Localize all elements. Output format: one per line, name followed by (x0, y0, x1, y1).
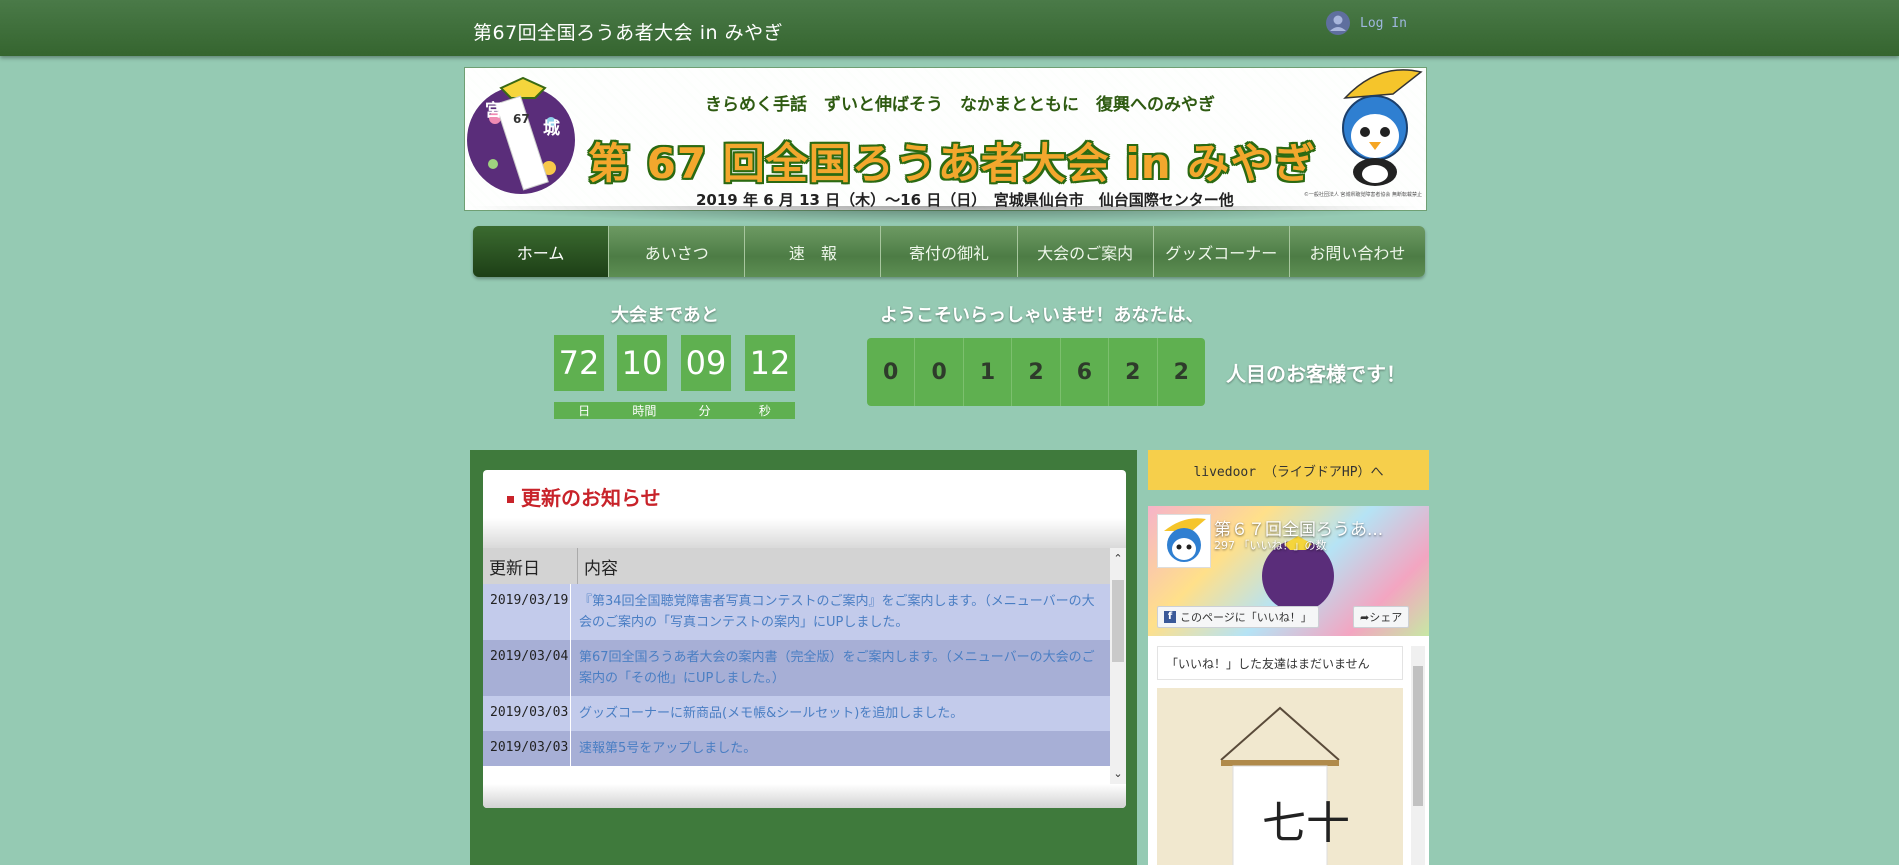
logo-char-67: 67 (513, 112, 530, 126)
news-table-header: 更新日 内容 (483, 548, 1110, 584)
row-date: 2019/03/03 (483, 731, 571, 766)
event-logo-emblem: 宮 67 城 (467, 76, 575, 194)
nav-event-info[interactable]: 大会のご案内 (1018, 226, 1154, 277)
fb-friends-text: 「いいね！」した友達はまだいません (1157, 646, 1403, 680)
main-nav: ホーム あいさつ 速 報 寄付の御礼 大会のご案内 グッズコーナー お問い合わせ (473, 226, 1425, 277)
header-banner: 宮 67 城 きらめく手話 ずいと伸ばそう なかまとともに 復興へのみやぎ 第 … (464, 67, 1427, 211)
counter-digit: 1 (964, 338, 1013, 406)
login-button[interactable]: Log In (1326, 11, 1407, 35)
row-date: 2019/03/03 (483, 696, 571, 731)
nav-donation-thanks[interactable]: 寄付の御礼 (881, 226, 1018, 277)
nav-contact[interactable]: お問い合わせ (1290, 226, 1425, 277)
welcome-text: ようこそいらっしゃいませ！あなたは、 (880, 305, 1204, 326)
visitor-counter: 0 0 1 2 6 2 2 (867, 338, 1205, 406)
countdown-minutes: 09 (681, 335, 731, 391)
fb-share-label: シェア (1369, 611, 1403, 624)
counter-digit: 2 (1173, 359, 1189, 385)
news-table[interactable]: 更新日 内容 2019/03/19 『第34回全国聴覚障害者写真コンテストのご案… (483, 548, 1110, 784)
table-row: 2019/03/04 第67回全国ろうあ者大会の案内書（完全版）をご案内します。… (483, 640, 1110, 696)
banner-shadow (464, 206, 1427, 224)
countdown-hours: 10 (617, 335, 667, 391)
table-row: 2019/03/03 速報第5号をアップしました。 (483, 731, 1110, 766)
logo-char-shiro: 城 (543, 119, 560, 139)
fb-like-label: このページに「いいね！」 (1180, 611, 1312, 624)
fb-like-button[interactable]: f このページに「いいね！」 (1157, 606, 1319, 628)
nav-home[interactable]: ホーム (473, 226, 610, 277)
fb-scrollbar[interactable] (1411, 646, 1425, 865)
nav-greeting[interactable]: あいさつ (609, 226, 746, 277)
news-heading-text: 更新のお知らせ (521, 486, 661, 510)
scroll-up-icon[interactable]: ⌃ (1111, 552, 1125, 565)
fb-avatar-mascot-icon (1164, 518, 1206, 562)
site-title[interactable]: 第67回全国ろうあ者大会 in みやぎ (473, 18, 783, 45)
countdown-title: 大会まであと (611, 305, 719, 326)
counter-digit: 0 (867, 338, 916, 406)
row-link[interactable]: 『第34回全国聴覚障害者写真コンテストのご案内』をご案内します。（メニューバーの… (571, 584, 1110, 640)
row-link[interactable]: 第67回全国ろうあ者大会の案内書（完全版）をご案内します。（メニューバーの大会の… (571, 640, 1110, 696)
row-date: 2019/03/19 (483, 584, 571, 640)
fb-share-button[interactable]: ➦ シェア (1353, 606, 1410, 628)
fb-post-photo[interactable]: 七十 (1157, 688, 1403, 865)
share-icon: ➦ (1360, 610, 1370, 624)
mascot-date-masamune-icon (1342, 69, 1423, 186)
login-label: Log In (1360, 15, 1407, 31)
counter-digit: 2 (1109, 338, 1158, 406)
row-link[interactable]: グッズコーナーに新商品(メモ帳&シールセット)を追加しました。 (571, 696, 1110, 731)
nav-news-flash[interactable]: 速 報 (745, 226, 882, 277)
top-bar: 第67回全国ろうあ者大会 in みやぎ Log In (0, 0, 1899, 56)
countdown-label-minutes: 分 (698, 404, 711, 418)
news-scrollbar[interactable]: ⌃ ⌄ (1110, 548, 1126, 784)
countdown-label-days: 日 (578, 404, 591, 418)
row-date: 2019/03/04 (483, 640, 571, 696)
countdown-labels: 日 時間 分 秒 (554, 402, 795, 419)
fb-like-count: 297 「いいね！」の数 (1214, 539, 1327, 552)
facebook-widget: 第６７回全国ろうあ... 297 「いいね！」の数 f このページに「いいね！」… (1148, 506, 1429, 865)
livedoor-button[interactable]: livedoor （ライブドアHP）へ (1148, 450, 1429, 490)
banner-slogan: きらめく手話 ずいと伸ばそう なかまとともに 復興へのみやぎ (705, 95, 1215, 115)
row-link[interactable]: 速報第5号をアップしました。 (571, 731, 1110, 766)
counter-digit: 2 (1012, 338, 1061, 406)
news-bottom-band (483, 784, 1126, 808)
scroll-down-icon[interactable]: ⌄ (1111, 767, 1125, 780)
counter-digit: 6 (1061, 338, 1110, 406)
pennant-text: 七十 (1262, 798, 1350, 849)
countdown-label-hours: 時間 (632, 404, 657, 418)
fb-scroll-thumb[interactable] (1413, 666, 1423, 806)
scroll-thumb[interactable] (1112, 580, 1124, 662)
heading-bullet-icon (507, 496, 514, 503)
facebook-icon: f (1164, 611, 1176, 623)
nav-goods-corner[interactable]: グッズコーナー (1154, 226, 1290, 277)
news-heading: 更新のお知らせ (507, 482, 661, 511)
fb-page-avatar[interactable] (1157, 514, 1211, 568)
countdown-seconds: 12 (745, 335, 795, 391)
col-content-header: 内容 (584, 558, 618, 579)
banner-headline: 第 67 回全国ろうあ者大会 in みやぎ (588, 139, 1317, 188)
counter-digit: 0 (915, 338, 964, 406)
logo-char-miya: 宮 (485, 100, 502, 121)
news-panel: 更新のお知らせ 更新日 内容 2019/03/19 『第34回全国聴覚障害者写真… (483, 470, 1126, 808)
countdown-days: 72 (554, 335, 604, 391)
copyright-note: ©一般社団法人 宮城県聴覚障害者協会 無断転載禁止 (1303, 192, 1422, 198)
table-row: 2019/03/03 グッズコーナーに新商品(メモ帳&シールセット)を追加しまし… (483, 696, 1110, 731)
table-row: 2019/03/19 『第34回全国聴覚障害者写真コンテストのご案内』をご案内し… (483, 584, 1110, 640)
user-avatar-icon (1326, 11, 1350, 35)
pennant-photo-icon: 七十 (1157, 688, 1403, 865)
col-date-header: 更新日 (483, 548, 578, 584)
visitor-suffix: 人目のお客様です！ (1226, 362, 1406, 386)
countdown-label-seconds: 秒 (758, 404, 771, 418)
news-gradient-band (483, 518, 1126, 550)
